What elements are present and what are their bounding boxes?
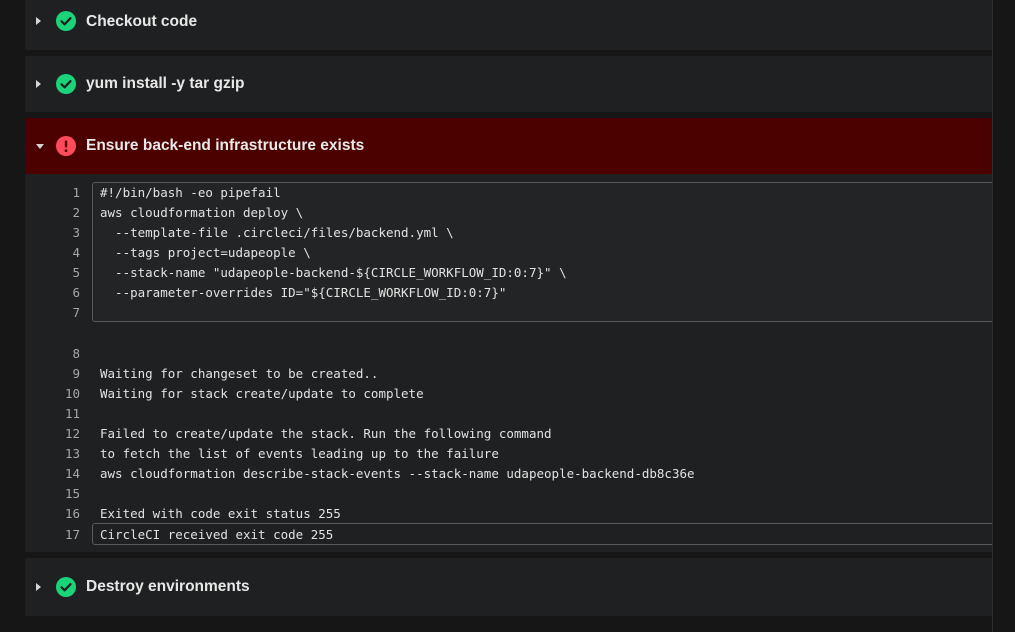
step-title: yum install -y tar gzip [86, 75, 245, 92]
line-number: 13 [64, 446, 80, 461]
line-number: 17 [64, 527, 80, 542]
left-gutter [0, 0, 25, 632]
log-line: to fetch the list of events leading up t… [100, 446, 499, 461]
caret-right-icon[interactable] [36, 17, 41, 25]
line-number: 5 [72, 265, 80, 280]
exclamation-circle-icon [56, 136, 76, 156]
step-title: Destroy environments [86, 578, 250, 595]
line-number: 1 [72, 185, 80, 200]
log-line: --parameter-overrides ID="${CIRCLE_WORKF… [100, 285, 507, 300]
caret-right-icon[interactable] [36, 583, 41, 591]
log-line: aws cloudformation describe-stack-events… [100, 466, 695, 481]
line-number: 11 [64, 406, 80, 421]
line-number: 8 [72, 346, 80, 361]
line-number: 10 [64, 386, 80, 401]
line-number: 4 [72, 245, 80, 260]
step-checkout-code[interactable]: Checkout code [25, 0, 992, 50]
log-line: --template-file .circleci/files/backend.… [100, 225, 454, 240]
log-line: Failed to create/update the stack. Run t… [100, 426, 552, 441]
line-number: 6 [72, 285, 80, 300]
line-number: 7 [72, 305, 80, 320]
line-number: 16 [64, 506, 80, 521]
step-yum-install[interactable]: yum install -y tar gzip [25, 56, 992, 112]
line-number: 12 [64, 426, 80, 441]
line-number: 9 [72, 366, 80, 381]
line-number: 14 [64, 466, 80, 481]
line-number: 3 [72, 225, 80, 240]
log-line: --stack-name "udapeople-backend-${CIRCLE… [100, 265, 567, 280]
check-circle-icon [56, 11, 76, 31]
step-title: Ensure back-end infrastructure exists [86, 137, 365, 154]
step-divider [25, 616, 992, 632]
step-destroy-environments[interactable]: Destroy environments [25, 558, 992, 616]
step-title: Checkout code [86, 13, 198, 30]
check-circle-icon [56, 577, 76, 597]
log-line: --tags project=udapeople \ [100, 245, 311, 260]
log-line: Waiting for changeset to be created.. [100, 366, 379, 381]
caret-down-icon[interactable] [36, 144, 44, 149]
log-line: Waiting for stack create/update to compl… [100, 386, 424, 401]
log-line: Exited with code exit status 255 [100, 506, 341, 521]
check-circle-icon [56, 74, 76, 94]
log-line: #!/bin/bash -eo pipefail [100, 185, 281, 200]
line-number: 15 [64, 486, 80, 501]
step-ensure-backend-infrastructure[interactable]: Ensure back-end infrastructure exists [25, 118, 992, 174]
line-number: 2 [72, 205, 80, 220]
caret-right-icon[interactable] [36, 80, 41, 88]
log-line: CircleCI received exit code 255 [100, 527, 334, 542]
log-line: aws cloudformation deploy \ [100, 205, 304, 220]
right-gutter [992, 0, 1015, 632]
